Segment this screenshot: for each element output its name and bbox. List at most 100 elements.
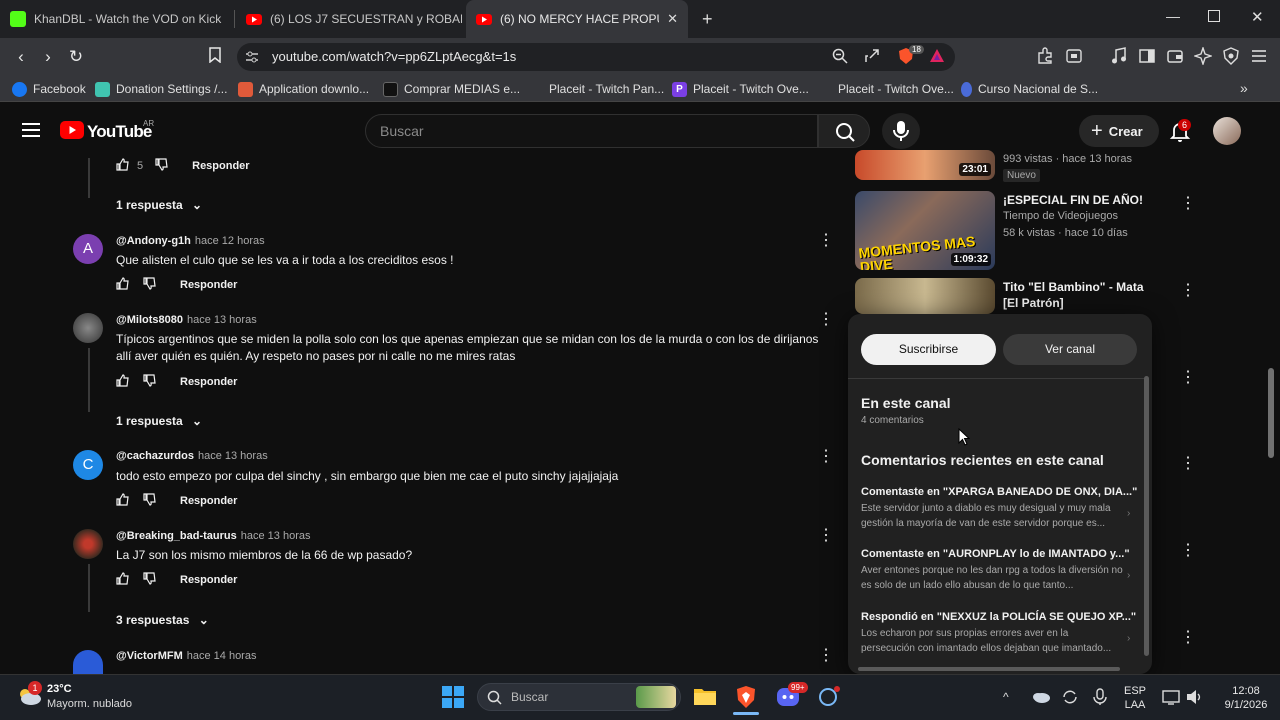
dislike-icon[interactable]: [143, 572, 156, 588]
file-explorer-icon[interactable]: [693, 686, 717, 706]
video-menu-icon[interactable]: ⋮: [1180, 627, 1196, 647]
youtube-logo-icon[interactable]: [60, 121, 84, 139]
weather-desc[interactable]: Mayorm. nublado: [47, 698, 132, 710]
comment-menu-icon[interactable]: ⋮: [818, 312, 834, 328]
new-tab-icon[interactable]: +: [702, 9, 713, 30]
comment-author[interactable]: @Andony-g1h hace 12 horas: [116, 235, 265, 247]
comment-menu-icon[interactable]: ⋮: [818, 233, 834, 249]
extensions-icon[interactable]: [1036, 47, 1054, 65]
search-button[interactable]: [818, 114, 870, 148]
avatar[interactable]: [73, 650, 103, 674]
bookmark-curso[interactable]: Curso Nacional de S...: [961, 80, 1098, 98]
bookmark-placeit-2[interactable]: P Placeit - Twitch Ove...: [672, 80, 809, 98]
video-title[interactable]: Tito "El Bambino" - Mata [El Patrón]: [1003, 279, 1153, 311]
back-icon[interactable]: ‹: [11, 47, 31, 67]
media-icon[interactable]: [1110, 47, 1128, 65]
recent-comment-item[interactable]: Comentaste en "XPARGA BANEADO DE ONX, DI…: [861, 486, 1139, 536]
video-menu-icon[interactable]: ⋮: [1180, 193, 1196, 213]
more-bookmarks-icon[interactable]: »: [1240, 80, 1248, 96]
zoom-icon[interactable]: [832, 48, 848, 64]
wallet-icon[interactable]: [1166, 47, 1184, 65]
page-scrollbar[interactable]: [1268, 368, 1274, 458]
recent-comment-item[interactable]: Comentaste en "AURONPLAY lo de IMANTADO …: [861, 548, 1139, 598]
avatar[interactable]: C: [73, 450, 103, 480]
bookmark-placeit-3[interactable]: Placeit - Twitch Ove...: [817, 80, 954, 98]
video-channel[interactable]: Tiempo de Videojuegos: [1003, 210, 1118, 222]
show-hidden-icons-icon[interactable]: ^: [1003, 690, 1009, 704]
bookmark-comprar-medias[interactable]: Comprar MEDIAS e...: [383, 80, 520, 98]
hamburger-menu-icon[interactable]: [22, 122, 40, 138]
maximize-icon[interactable]: [1208, 10, 1220, 22]
popup-scrollbar[interactable]: [1144, 376, 1149, 656]
comment-menu-icon[interactable]: ⋮: [818, 528, 834, 544]
avatar[interactable]: [73, 529, 103, 559]
tab-youtube-active[interactable]: (6) NO MERCY HACE PROPUESTA ✕: [466, 0, 688, 38]
site-info-icon[interactable]: [245, 50, 259, 64]
reply-button[interactable]: Responder: [180, 376, 237, 388]
share-icon[interactable]: [864, 48, 880, 64]
popup-horizontal-scrollbar[interactable]: [858, 667, 1120, 671]
comment-author[interactable]: @VictorMFM hace 14 horas: [116, 650, 256, 662]
reply-button[interactable]: Responder: [180, 279, 237, 291]
like-icon[interactable]: [116, 572, 129, 588]
subscribe-button[interactable]: Suscribirse: [861, 334, 996, 365]
vpn-shield-icon[interactable]: [1222, 47, 1240, 65]
like-icon[interactable]: [116, 277, 129, 293]
menu-icon[interactable]: [1250, 47, 1268, 65]
reply-button[interactable]: Responder: [180, 574, 237, 586]
video-menu-icon[interactable]: ⋮: [1180, 367, 1196, 387]
create-button[interactable]: + Crear: [1079, 115, 1159, 147]
weather-temp[interactable]: 23°C: [47, 683, 72, 695]
view-replies-button[interactable]: 1 respuesta ⌄: [116, 414, 202, 428]
account-avatar[interactable]: [1213, 117, 1241, 145]
windows-start-icon[interactable]: [441, 685, 465, 709]
network-icon[interactable]: [1162, 689, 1180, 705]
clock[interactable]: 12:08 9/1/2026: [1215, 684, 1277, 712]
video-thumbnail[interactable]: 23:01: [855, 150, 995, 180]
video-title[interactable]: ¡ESPECIAL FIN DE AÑO!: [1003, 192, 1153, 208]
video-thumbnail[interactable]: [855, 278, 995, 314]
dislike-icon[interactable]: [155, 158, 168, 174]
onedrive-icon[interactable]: [1032, 690, 1050, 704]
close-tab-icon[interactable]: ✕: [659, 11, 678, 27]
bookmark-icon[interactable]: [205, 47, 225, 67]
dislike-icon[interactable]: [143, 493, 156, 509]
bookmark-donation-settings[interactable]: Donation Settings /...: [95, 80, 227, 98]
view-channel-button[interactable]: Ver canal: [1003, 334, 1137, 365]
video-thumbnail[interactable]: MOMENTOS MAS DIVE 1:09:32: [855, 191, 995, 270]
brave-rewards-icon[interactable]: [929, 48, 945, 64]
comment-author[interactable]: @cachazurdos hace 13 horas: [116, 450, 268, 462]
video-menu-icon[interactable]: ⋮: [1180, 280, 1196, 300]
search-input[interactable]: Buscar: [365, 114, 818, 148]
comment-author[interactable]: @Milots8080 hace 13 horas: [116, 314, 257, 326]
video-menu-icon[interactable]: ⋮: [1180, 540, 1196, 560]
comment-author[interactable]: @Breaking_bad-taurus hace 13 horas: [116, 530, 310, 542]
tab-youtube-1[interactable]: (6) LOS J7 SECUESTRAN y ROBAN a L: [236, 0, 462, 38]
video-menu-icon[interactable]: ⋮: [1180, 453, 1196, 473]
reply-button[interactable]: Responder: [180, 495, 237, 507]
comment-menu-icon[interactable]: ⋮: [818, 648, 834, 664]
close-window-icon[interactable]: ✕: [1251, 8, 1264, 26]
sidebar-icon[interactable]: [1138, 47, 1156, 65]
leo-ai-icon[interactable]: [1192, 45, 1214, 67]
microphone-icon[interactable]: [1093, 688, 1107, 706]
avatar[interactable]: A: [73, 234, 103, 264]
recent-comment-item[interactable]: Respondió en "NEXXUZ la POLICÍA SE QUEJO…: [861, 611, 1139, 661]
bookmark-placeit-1[interactable]: Placeit - Twitch Pan...: [528, 80, 664, 98]
bookmark-application[interactable]: Application downlo...: [238, 80, 369, 98]
screenshot-icon[interactable]: [1065, 47, 1083, 65]
reload-icon[interactable]: ↻: [66, 47, 86, 67]
sync-icon[interactable]: [1062, 689, 1078, 705]
taskbar-search[interactable]: Buscar: [477, 683, 681, 711]
tab-kick[interactable]: KhanDBL - Watch the VOD on Kick: [0, 0, 234, 38]
dislike-icon[interactable]: [143, 277, 156, 293]
voice-search-button[interactable]: [882, 113, 920, 149]
like-icon[interactable]: [116, 374, 129, 390]
volume-icon[interactable]: [1186, 689, 1204, 705]
brave-browser-icon[interactable]: [735, 685, 757, 709]
dislike-icon[interactable]: [143, 374, 156, 390]
app-icon[interactable]: [817, 686, 841, 708]
view-replies-button[interactable]: 1 respuesta ⌄: [116, 198, 202, 212]
like-icon[interactable]: [116, 158, 129, 174]
reply-button[interactable]: Responder: [192, 160, 249, 172]
